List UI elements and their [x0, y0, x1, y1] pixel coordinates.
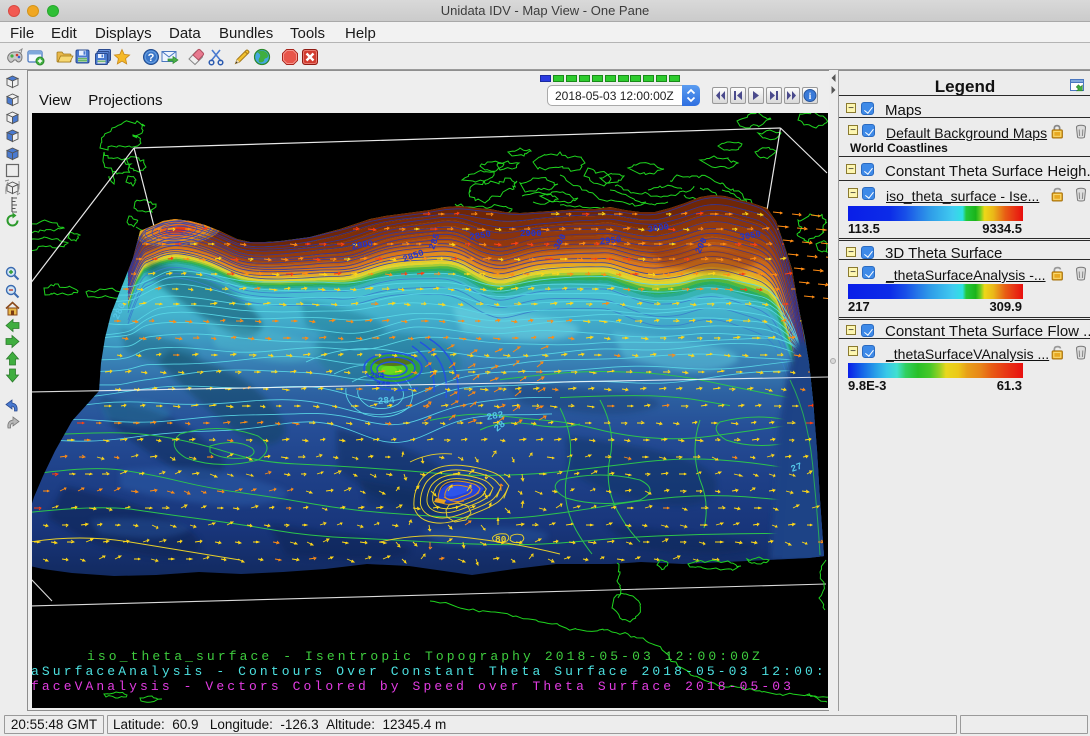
svg-text:284: 284	[370, 372, 385, 381]
svg-text:iso_theta_surface - Isentropic: iso_theta_surface - Isentropic Topograph…	[87, 649, 763, 664]
svg-text:faceVAnalysis - Vectors Colore: faceVAnalysis - Vectors Colored by Speed…	[32, 679, 794, 694]
svg-text:2950: 2950	[599, 235, 621, 247]
svg-text:?: ?	[148, 52, 155, 64]
svg-text:80: 80	[495, 534, 507, 545]
svg-text:2900: 2900	[520, 229, 542, 239]
svg-text:284: 284	[377, 395, 395, 407]
svg-text:aSurfaceAnalysis - Contours Ov: aSurfaceAnalysis - Contours Over Constan…	[32, 664, 827, 679]
